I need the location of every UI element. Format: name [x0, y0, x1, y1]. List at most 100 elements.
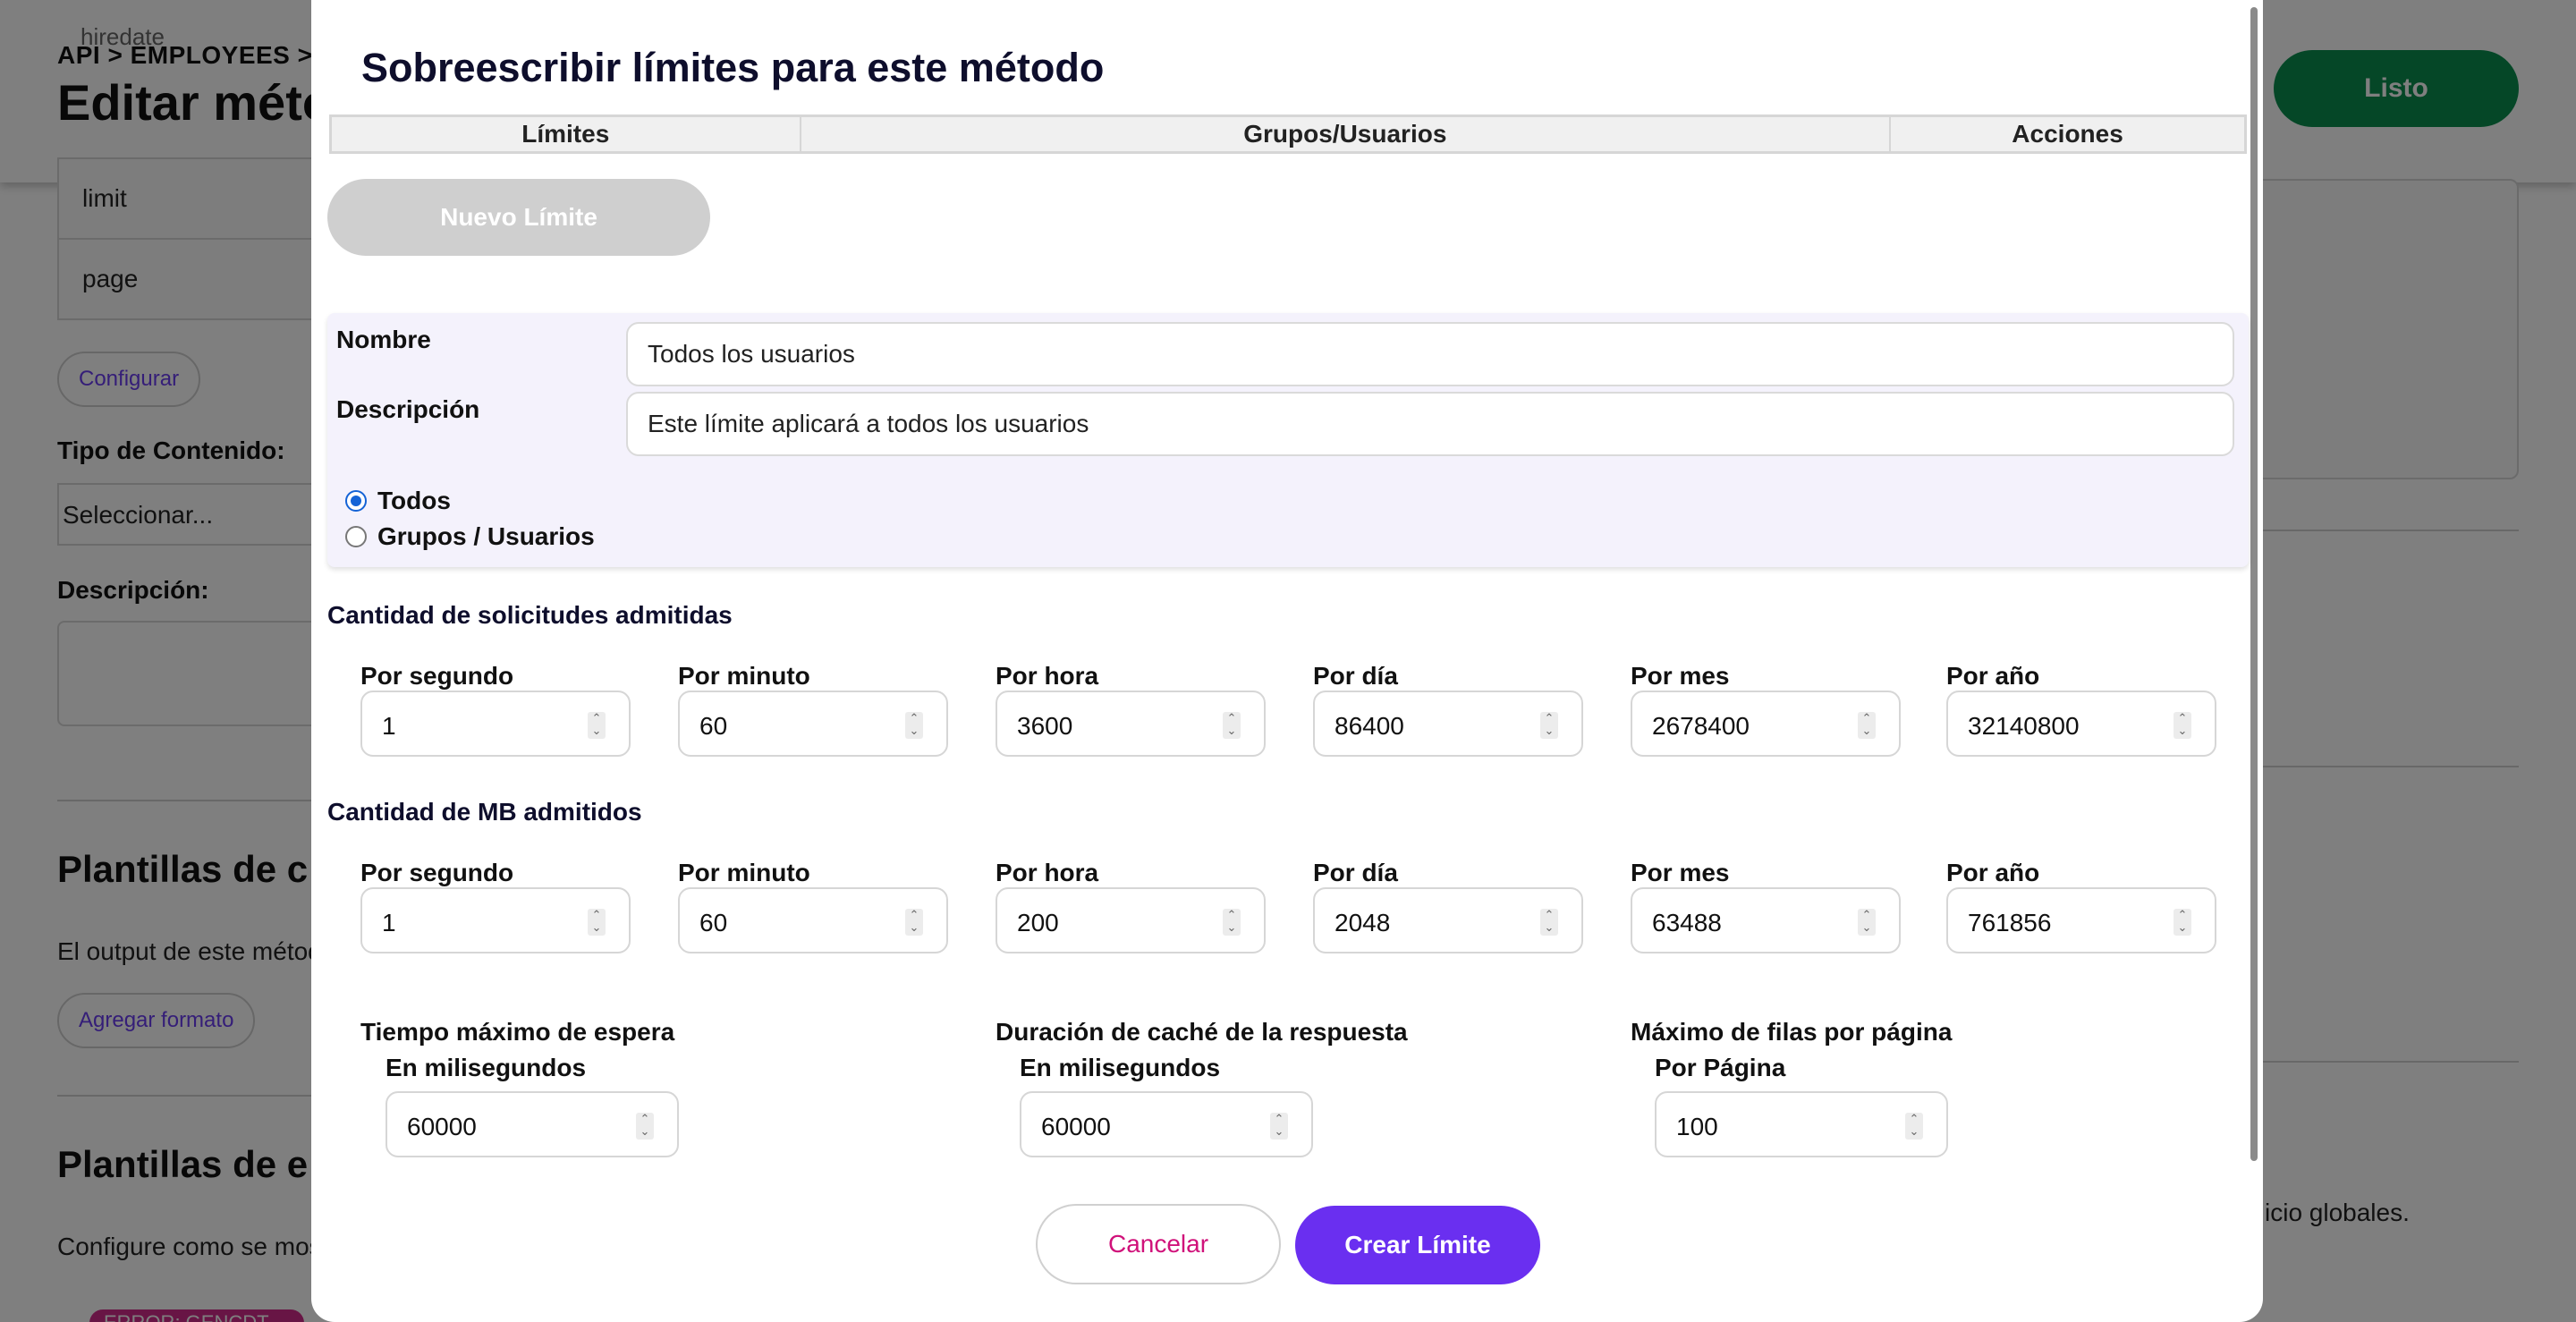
chevron-down-icon[interactable]: ⌄ [640, 1124, 650, 1138]
requests-per-year-label: Por año [1946, 662, 2040, 690]
chevron-down-icon[interactable]: ⌄ [1227, 920, 1237, 934]
chevron-down-icon[interactable]: ⌄ [592, 920, 602, 934]
mb-per-hour-input[interactable]: 200 ⌃ ⌄ [996, 887, 1266, 953]
requests-per-minute-input[interactable]: 60 ⌃ ⌄ [678, 691, 948, 757]
chevron-down-icon[interactable]: ⌄ [1910, 1124, 1919, 1138]
chevron-up-icon[interactable]: ⌃ [1862, 908, 1872, 921]
requests-per-second-label: Por segundo [360, 662, 514, 690]
input-value: 1 [382, 909, 396, 936]
chevron-down-icon[interactable]: ⌄ [910, 724, 919, 737]
stepper[interactable]: ⌃ ⌄ [1223, 712, 1241, 739]
requests-per-month-input[interactable]: 2678400 ⌃ ⌄ [1631, 691, 1901, 757]
chevron-up-icon[interactable]: ⌃ [1862, 711, 1872, 725]
requests-per-month-label: Por mes [1631, 662, 1730, 690]
chevron-up-icon[interactable]: ⌃ [592, 908, 602, 921]
stepper[interactable]: ⌃ ⌄ [905, 712, 923, 739]
radio-button-selected[interactable] [345, 490, 367, 512]
radio-button[interactable] [345, 526, 367, 547]
chevron-down-icon[interactable]: ⌄ [1862, 724, 1872, 737]
name-label: Nombre [336, 326, 431, 353]
requests-per-hour-label: Por hora [996, 662, 1099, 690]
chevron-up-icon[interactable]: ⌃ [2178, 908, 2188, 921]
stepper[interactable]: ⌃ ⌄ [1270, 1113, 1288, 1140]
requests-per-year-input[interactable]: 32140800 ⌃ ⌄ [1946, 691, 2216, 757]
cancel-button[interactable]: Cancelar [1036, 1204, 1281, 1284]
mb-per-minute-label: Por minuto [678, 859, 810, 886]
timeout-label: Tiempo máximo de espera [360, 1018, 675, 1046]
chevron-up-icon[interactable]: ⌃ [2178, 711, 2188, 725]
stepper[interactable]: ⌃ ⌄ [636, 1113, 654, 1140]
input-value: 2048 [1335, 909, 1391, 936]
stepper[interactable]: ⌃ ⌄ [1540, 712, 1558, 739]
mb-per-second-input[interactable]: 1 ⌃ ⌄ [360, 887, 631, 953]
stepper[interactable]: ⌃ ⌄ [2174, 909, 2191, 936]
stepper[interactable]: ⌃ ⌄ [905, 909, 923, 936]
stepper[interactable]: ⌃ ⌄ [588, 909, 606, 936]
scope-option-all[interactable]: Todos [345, 487, 451, 515]
column-header-limits: Límites [332, 117, 801, 151]
cache-duration-label: Duración de caché de la respuesta [996, 1018, 1408, 1046]
stepper[interactable]: ⌃ ⌄ [1540, 909, 1558, 936]
chevron-down-icon[interactable]: ⌄ [2178, 724, 2188, 737]
chevron-up-icon[interactable]: ⌃ [1227, 711, 1237, 725]
mb-per-second-label: Por segundo [360, 859, 514, 886]
stepper[interactable]: ⌃ ⌄ [588, 712, 606, 739]
input-value: 60 [699, 712, 728, 740]
input-value: 32140800 [1968, 712, 2080, 740]
stepper[interactable]: ⌃ ⌄ [1905, 1113, 1923, 1140]
chevron-up-icon[interactable]: ⌃ [1275, 1112, 1284, 1125]
mb-per-day-input[interactable]: 2048 ⌃ ⌄ [1313, 887, 1583, 953]
mb-per-year-input[interactable]: 761856 ⌃ ⌄ [1946, 887, 2216, 953]
stepper[interactable]: ⌃ ⌄ [1223, 909, 1241, 936]
chevron-down-icon[interactable]: ⌄ [1275, 1124, 1284, 1138]
requests-section-title: Cantidad de solicitudes admitidas [327, 601, 733, 629]
description-label: Descripción [336, 395, 480, 423]
modal-scrollbar[interactable] [2250, 7, 2258, 1161]
input-value: 86400 [1335, 712, 1404, 740]
mb-per-minute-input[interactable]: 60 ⌃ ⌄ [678, 887, 948, 953]
mb-per-month-input[interactable]: 63488 ⌃ ⌄ [1631, 887, 1901, 953]
cache-duration-input[interactable]: 60000 ⌃ ⌄ [1020, 1091, 1313, 1157]
chevron-up-icon[interactable]: ⌃ [1545, 908, 1555, 921]
stepper[interactable]: ⌃ ⌄ [1858, 712, 1876, 739]
scope-option-groups[interactable]: Grupos / Usuarios [345, 522, 595, 551]
chevron-down-icon[interactable]: ⌄ [1227, 724, 1237, 737]
input-value: 63488 [1652, 909, 1722, 936]
input-value: 761856 [1968, 909, 2052, 936]
name-input[interactable] [626, 322, 2234, 386]
input-value: 3600 [1017, 712, 1073, 740]
input-value: 60 [699, 909, 728, 936]
chevron-up-icon[interactable]: ⌃ [640, 1112, 650, 1125]
requests-per-hour-input[interactable]: 3600 ⌃ ⌄ [996, 691, 1266, 757]
mb-per-hour-label: Por hora [996, 859, 1099, 886]
input-value: 2678400 [1652, 712, 1750, 740]
chevron-up-icon[interactable]: ⌃ [910, 711, 919, 725]
limit-info-panel: Nombre Descripción Todos Grupos / Usuari… [327, 313, 2249, 567]
chevron-up-icon[interactable]: ⌃ [1227, 908, 1237, 921]
input-value: 100 [1676, 1113, 1718, 1140]
stepper[interactable]: ⌃ ⌄ [1858, 909, 1876, 936]
chevron-down-icon[interactable]: ⌄ [1545, 920, 1555, 934]
max-rows-input[interactable]: 100 ⌃ ⌄ [1655, 1091, 1948, 1157]
timeout-input[interactable]: 60000 ⌃ ⌄ [386, 1091, 679, 1157]
new-limit-button[interactable]: Nuevo Límite [327, 179, 710, 256]
chevron-down-icon[interactable]: ⌄ [1545, 724, 1555, 737]
column-header-groups-users: Grupos/Usuarios [801, 117, 1892, 151]
chevron-up-icon[interactable]: ⌃ [592, 711, 602, 725]
chevron-up-icon[interactable]: ⌃ [910, 908, 919, 921]
chevron-up-icon[interactable]: ⌃ [1910, 1112, 1919, 1125]
chevron-down-icon[interactable]: ⌄ [1862, 920, 1872, 934]
stepper[interactable]: ⌃ ⌄ [2174, 712, 2191, 739]
requests-per-day-input[interactable]: 86400 ⌃ ⌄ [1313, 691, 1583, 757]
limits-table-header: Límites Grupos/Usuarios Acciones [329, 114, 2247, 154]
input-value: 60000 [407, 1113, 477, 1140]
create-limit-button[interactable]: Crear Límite [1295, 1206, 1540, 1284]
input-value: 60000 [1041, 1113, 1111, 1140]
chevron-up-icon[interactable]: ⌃ [1545, 711, 1555, 725]
description-input[interactable] [626, 392, 2234, 456]
requests-per-second-input[interactable]: 1 ⌃ ⌄ [360, 691, 631, 757]
chevron-down-icon[interactable]: ⌄ [592, 724, 602, 737]
scope-option-label: Todos [377, 487, 451, 514]
chevron-down-icon[interactable]: ⌄ [910, 920, 919, 934]
chevron-down-icon[interactable]: ⌄ [2178, 920, 2188, 934]
